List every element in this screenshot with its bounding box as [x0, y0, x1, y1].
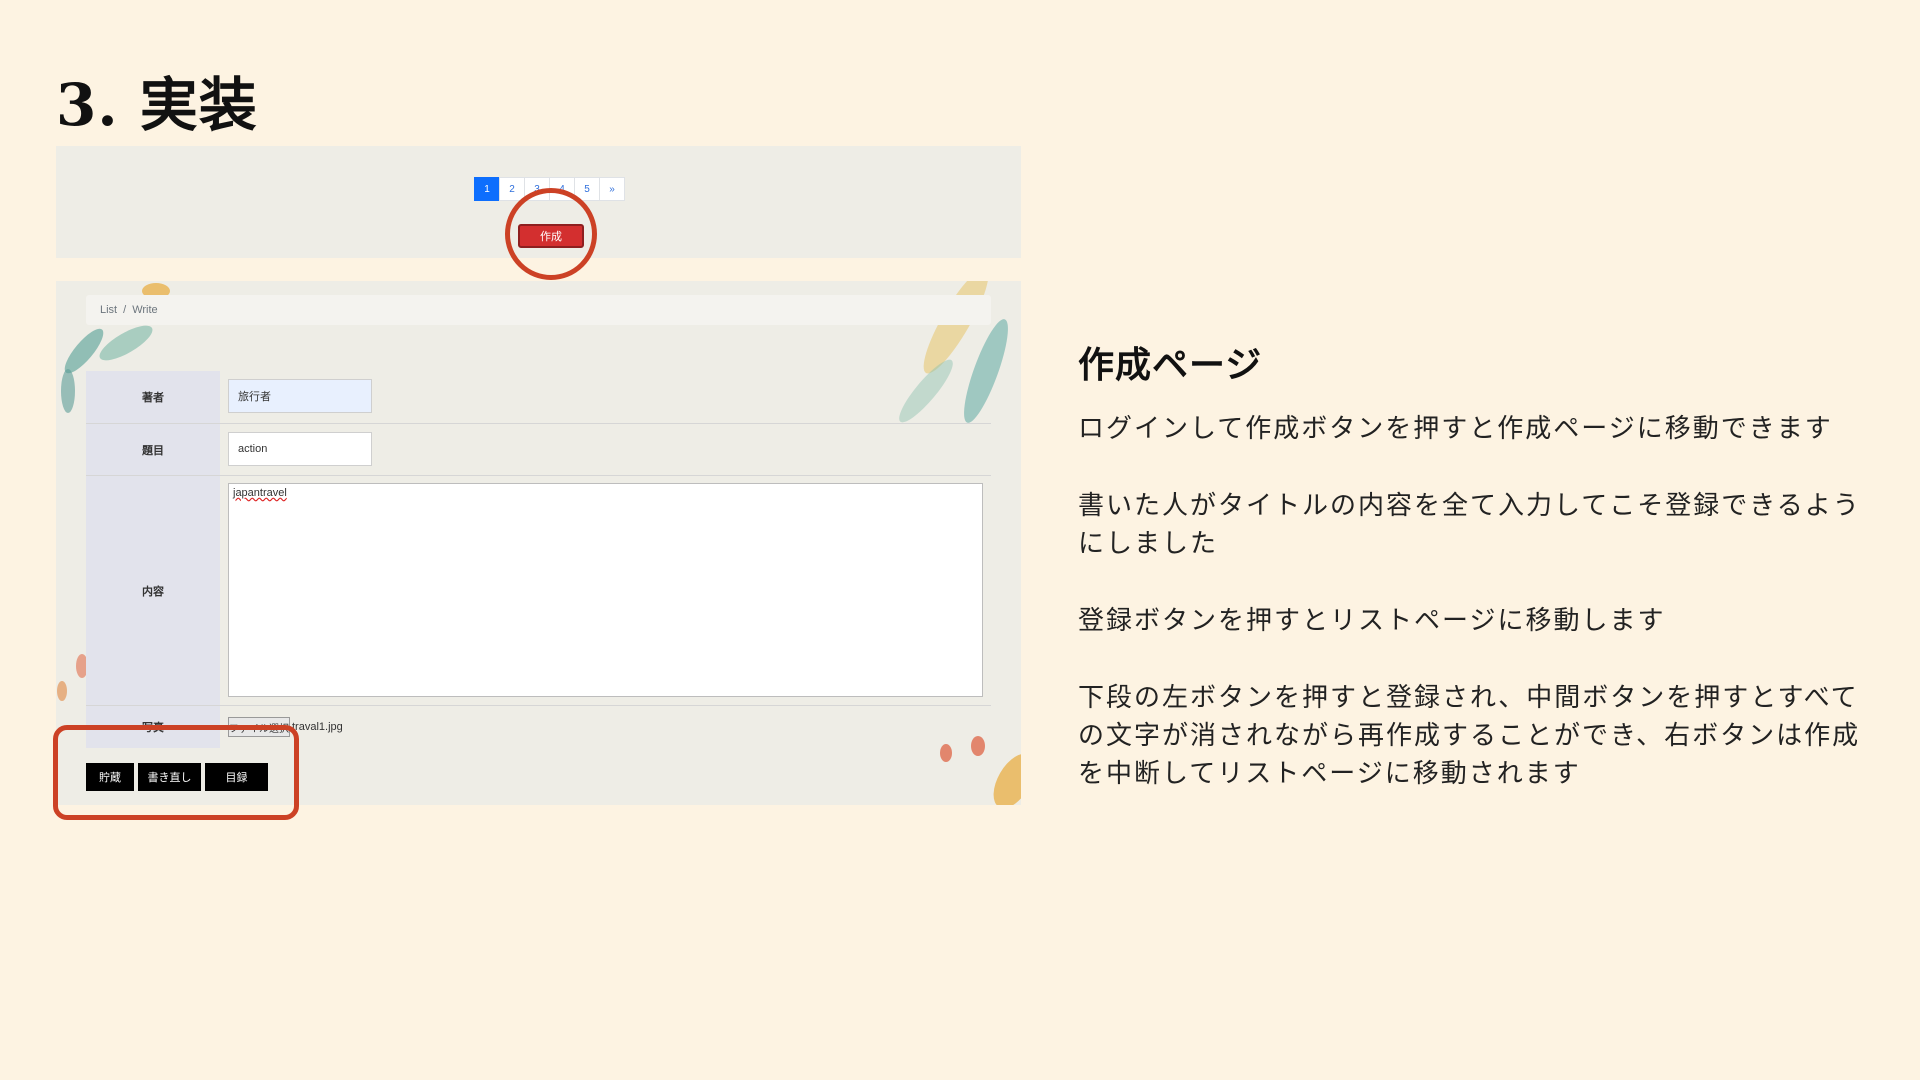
create-highlight-circle: [505, 188, 597, 280]
author-input[interactable]: 旅行者: [228, 379, 372, 413]
breadcrumb: List / Write: [86, 295, 991, 325]
row-divider: [86, 423, 991, 424]
description-heading: 作成ページ: [1078, 345, 1263, 386]
title-label: 題目: [86, 424, 220, 475]
row-divider: [86, 475, 991, 476]
breadcrumb-write: Write: [132, 304, 158, 316]
description-paragraph: 登録ボタンを押すとリストページに移動します: [1078, 606, 1666, 636]
description-paragraph: 下段の左ボタンを押すと登録され、中間ボタンを押すとすべての文字が消されながら再作…: [1078, 683, 1861, 789]
page-1-button[interactable]: 1: [474, 177, 500, 201]
breadcrumb-list[interactable]: List: [100, 304, 117, 316]
breadcrumb-separator: /: [123, 304, 127, 316]
author-label: 著者: [86, 371, 220, 423]
description: 作成ページ ログインして作成ボタンを押すと作成ページに移動できます 書いた人がタ…: [1078, 336, 1878, 832]
description-paragraph: ログインして作成ボタンを押すと作成ページに移動できます: [1078, 414, 1833, 444]
buttons-highlight-rect: [53, 725, 299, 820]
file-name: traval1.jpg: [292, 721, 343, 733]
content-label: 内容: [86, 476, 220, 705]
description-paragraph: 書いた人がタイトルの内容を全て入力してこそ登録できるようにしました: [1078, 491, 1861, 559]
row-divider: [86, 705, 991, 706]
content-textarea[interactable]: japantravel: [228, 483, 983, 697]
title-input[interactable]: action: [228, 432, 372, 466]
content-text: japantravel: [233, 487, 287, 499]
slide-title: 3. 実装: [56, 71, 258, 139]
next-page-button[interactable]: »: [599, 177, 625, 201]
